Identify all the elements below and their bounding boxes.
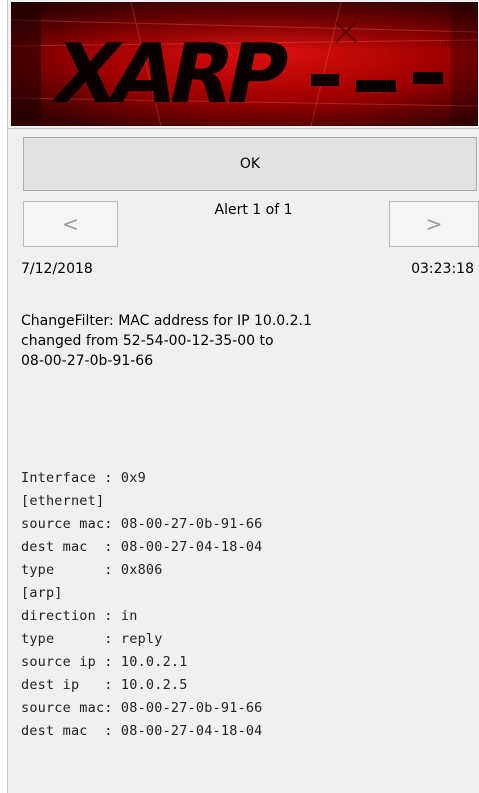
detail-arp-type: type : reply (21, 631, 163, 647)
detail-arp-source-ip: source ip : 10.0.2.1 (21, 654, 188, 670)
detail-arp-dest-mac: dest mac : 08-00-27-04-18-04 (21, 723, 263, 739)
alert-date: 7/12/2018 (21, 261, 93, 277)
detail-interface: Interface : 0x9 (21, 470, 146, 486)
detail-ethernet-header: [ethernet] (21, 493, 105, 509)
logo-text: XARP (46, 26, 296, 122)
previous-alert-button[interactable]: < (23, 201, 118, 247)
detail-eth-type: type : 0x806 (21, 562, 163, 578)
svg-text:ds: ds (441, 39, 453, 50)
alert-message-line: changed from 52-54-00-12-35-00 to (21, 333, 274, 349)
alert-counter: Alert 1 of 1 (214, 202, 293, 218)
xarp-banner: 045 ds ROTATE THE WORLD XARP (11, 2, 478, 126)
chevron-left-icon: < (62, 212, 79, 236)
detail-arp-direction: direction : in (21, 608, 138, 624)
svg-text:045: 045 (431, 14, 449, 25)
detail-arp-dest-ip: dest ip : 10.0.2.5 (21, 677, 188, 693)
alert-message-line: ChangeFilter: MAC address for IP 10.0.2.… (21, 313, 312, 329)
packet-details: Interface : 0x9 [ethernet] source mac: 0… (21, 467, 263, 743)
detail-arp-header: [arp] (21, 585, 63, 601)
svg-text:ROTATE THE WORLD: ROTATE THE WORLD (311, 114, 407, 125)
alert-window: 045 ds ROTATE THE WORLD XARP OK < Alert … (7, 0, 479, 793)
alert-message: ChangeFilter: MAC address for IP 10.0.2.… (21, 311, 471, 371)
detail-eth-source-mac: source mac: 08-00-27-0b-91-66 (21, 516, 263, 532)
detail-arp-source-mac: source mac: 08-00-27-0b-91-66 (21, 700, 263, 716)
chevron-right-icon: > (425, 212, 443, 236)
banner-divider (8, 128, 479, 129)
xarp-logo-image: 045 ds ROTATE THE WORLD XARP (11, 2, 478, 126)
ok-button-label: OK (239, 156, 261, 172)
ok-button[interactable]: OK (23, 137, 477, 191)
next-alert-button[interactable]: > (389, 201, 479, 247)
alert-message-line: 08-00-27-0b-91-66 (21, 353, 154, 369)
detail-eth-dest-mac: dest mac : 08-00-27-04-18-04 (21, 539, 263, 555)
alert-time: 03:23:18 (411, 261, 474, 277)
